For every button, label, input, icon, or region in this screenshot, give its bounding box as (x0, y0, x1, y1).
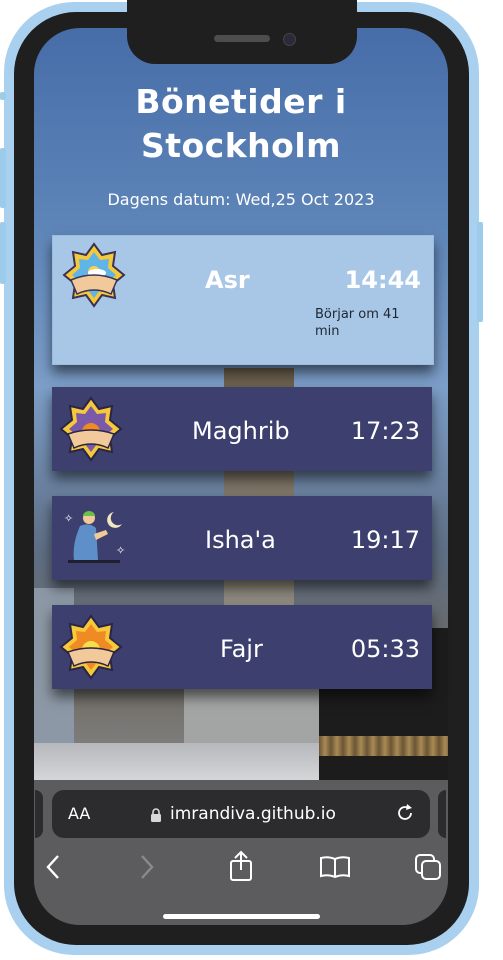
sunset-icon (58, 396, 124, 462)
home-indicator[interactable] (163, 914, 320, 919)
side-button-volume-up (0, 148, 6, 208)
speaker-grille (214, 35, 270, 42)
previous-tab-peek[interactable] (35, 790, 43, 838)
text-size-button[interactable]: AA (68, 804, 90, 823)
prayer-card-maghrib[interactable]: Maghrib 17:23 (52, 387, 432, 471)
bookmarks-icon[interactable] (319, 855, 351, 883)
side-button-volume-down (0, 222, 6, 284)
prayer-card-asr[interactable]: Asr 14:44 Börjar om 41 min (52, 235, 434, 365)
svg-text:✧: ✧ (64, 512, 73, 525)
praying-man-moon-icon: ✧ ✧ (62, 504, 128, 570)
share-icon[interactable] (228, 850, 254, 886)
sunrise-icon (58, 614, 124, 680)
kaaba-gold-band (319, 736, 448, 756)
svg-text:✧: ✧ (116, 544, 125, 557)
side-button-top (0, 92, 6, 100)
prayer-card-ishaa[interactable]: ✧ ✧ Isha'a 19:17 (52, 496, 432, 580)
back-icon[interactable] (44, 853, 62, 885)
lock-icon (150, 807, 162, 826)
sun-afternoon-icon (61, 242, 127, 308)
prayer-name: Maghrib (192, 417, 290, 445)
prayer-name: Fajr (220, 635, 263, 663)
prayer-time: 05:33 (350, 635, 420, 663)
address-bar[interactable]: AA imrandiva.github.io (52, 790, 430, 838)
side-button-power (477, 222, 483, 322)
prayer-name: Isha'a (205, 526, 276, 554)
today-date: Dagens datum: Wed,25 Oct 2023 (107, 190, 375, 209)
forward-icon[interactable] (138, 853, 156, 885)
background-ground (34, 743, 319, 783)
prayer-card-fajr[interactable]: Fajr 05:33 (52, 605, 432, 689)
prayer-time: 19:17 (350, 526, 420, 554)
prayer-time: 17:23 (350, 417, 420, 445)
tabs-icon[interactable] (414, 853, 442, 885)
url-text[interactable]: imrandiva.github.io (170, 804, 336, 824)
phone-notch (127, 0, 357, 64)
page-title: Bönetider i Stockholm (135, 82, 347, 165)
next-tab-peek[interactable] (438, 790, 446, 838)
reload-icon[interactable] (395, 803, 415, 827)
prayer-name: Asr (205, 266, 250, 294)
countdown-text: Börjar om 41 min (315, 307, 400, 339)
front-camera (283, 33, 296, 46)
prayer-time: 14:44 (344, 266, 421, 294)
